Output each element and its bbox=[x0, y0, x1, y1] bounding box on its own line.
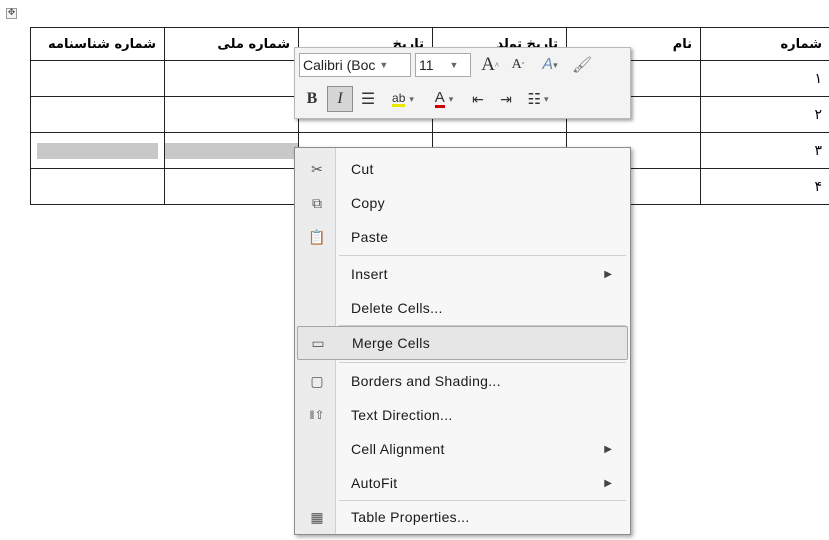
increase-indent-button[interactable]: ⇥ bbox=[493, 86, 519, 112]
styles-icon: A bbox=[542, 56, 554, 73]
merge-cells-icon: ▭ bbox=[311, 334, 325, 351]
styles-button[interactable]: A ▾ bbox=[533, 52, 567, 78]
header-cell[interactable]: شماره ملی bbox=[164, 27, 299, 61]
shrink-font-button[interactable]: Aˇ bbox=[505, 52, 531, 78]
header-cell[interactable]: شماره شناسنامه bbox=[30, 27, 165, 61]
menu-item-merge-cells[interactable]: ▭ Merge Cells bbox=[297, 326, 628, 360]
font-size-value: 11 bbox=[419, 57, 434, 73]
borders-icon: ▢ bbox=[310, 372, 324, 389]
menu-item-paste[interactable]: 📋 Paste bbox=[297, 220, 628, 254]
chevron-down-icon: ▼ bbox=[379, 60, 389, 70]
chevron-down-icon: ▼ bbox=[449, 60, 459, 70]
table-cell[interactable] bbox=[30, 96, 165, 133]
submenu-arrow-icon: ▶ bbox=[604, 268, 612, 280]
row-number-cell[interactable]: ۱ bbox=[700, 60, 829, 97]
menu-item-delete-cells[interactable]: Delete Cells... bbox=[297, 291, 628, 325]
paste-icon: 📋 bbox=[308, 228, 326, 245]
menu-item-table-properties[interactable]: ▦ Table Properties... bbox=[297, 500, 628, 534]
table-properties-icon: ▦ bbox=[310, 508, 324, 525]
font-name-value: Calibri (Boc bbox=[303, 57, 376, 73]
increase-indent-icon: ⇥ bbox=[500, 90, 512, 107]
table-cell[interactable] bbox=[164, 96, 299, 133]
selected-cell[interactable] bbox=[30, 132, 165, 169]
menu-separator bbox=[339, 362, 626, 363]
decrease-indent-button[interactable]: ⇤ bbox=[465, 86, 491, 112]
menu-item-copy[interactable]: ⧉ Copy bbox=[297, 186, 628, 220]
format-painter-icon: 🖌 bbox=[571, 57, 593, 74]
menu-item-text-direction[interactable]: ‖⇧ Text Direction... bbox=[297, 398, 628, 432]
scissors-icon: ✂ bbox=[311, 160, 323, 177]
bullets-button[interactable]: ☷ ▾ bbox=[521, 86, 555, 112]
mini-toolbar: Calibri (Boc ▼ 11 ▼ A ^ Aˇ A ▾ 🖌 B I ☰ a… bbox=[294, 47, 631, 119]
menu-item-autofit[interactable]: AutoFit ▶ bbox=[297, 466, 628, 500]
highlight-button[interactable]: ab ▾ bbox=[383, 86, 423, 112]
submenu-arrow-icon: ▶ bbox=[604, 477, 612, 489]
italic-button[interactable]: I bbox=[327, 86, 353, 112]
selected-cell[interactable] bbox=[164, 132, 299, 169]
table-move-handle-icon[interactable]: ✥ bbox=[6, 8, 17, 19]
table-cell[interactable] bbox=[164, 168, 299, 205]
submenu-arrow-icon: ▶ bbox=[604, 443, 612, 455]
font-color-button[interactable]: A ▾ bbox=[425, 86, 463, 112]
copy-icon: ⧉ bbox=[312, 194, 322, 211]
table-cell[interactable] bbox=[164, 60, 299, 97]
font-size-combo[interactable]: 11 ▼ bbox=[415, 53, 471, 77]
bullets-icon: ☷ bbox=[527, 91, 541, 108]
menu-item-cell-alignment[interactable]: Cell Alignment ▶ bbox=[297, 432, 628, 466]
font-color-icon: A bbox=[434, 88, 445, 108]
format-painter-button[interactable]: 🖌 bbox=[569, 52, 595, 78]
header-cell[interactable]: شماره bbox=[700, 27, 829, 61]
grow-font-button[interactable]: A ^ bbox=[477, 52, 503, 78]
menu-item-borders-and-shading[interactable]: ▢ Borders and Shading... bbox=[297, 364, 628, 398]
mini-toolbar-row-2: B I ☰ ab ▾ A ▾ ⇤ ⇥ ☷ ▾ bbox=[299, 86, 557, 112]
row-number-cell[interactable]: ۲ bbox=[700, 96, 829, 133]
font-name-combo[interactable]: Calibri (Boc ▼ bbox=[299, 53, 411, 77]
mini-toolbar-row-1: Calibri (Boc ▼ 11 ▼ A ^ Aˇ A ▾ 🖌 bbox=[299, 52, 597, 78]
bold-button[interactable]: B bbox=[299, 86, 325, 112]
decrease-indent-icon: ⇤ bbox=[472, 90, 484, 107]
row-number-cell[interactable]: ۴ bbox=[700, 168, 829, 205]
menu-item-cut[interactable]: ✂ Cut bbox=[297, 152, 628, 186]
table-cell[interactable] bbox=[30, 168, 165, 205]
menu-separator bbox=[339, 255, 626, 256]
row-number-cell[interactable]: ۳ bbox=[700, 132, 829, 169]
menu-item-insert[interactable]: Insert ▶ bbox=[297, 257, 628, 291]
center-align-icon: ☰ bbox=[360, 91, 376, 108]
table-cell[interactable] bbox=[30, 60, 165, 97]
highlight-icon: ab bbox=[392, 90, 406, 107]
text-direction-icon: ‖⇧ bbox=[309, 408, 325, 422]
center-align-button[interactable]: ☰ bbox=[355, 86, 381, 112]
context-menu: ✂ Cut ⧉ Copy 📋 Paste Insert ▶ Delete Cel… bbox=[294, 147, 631, 535]
